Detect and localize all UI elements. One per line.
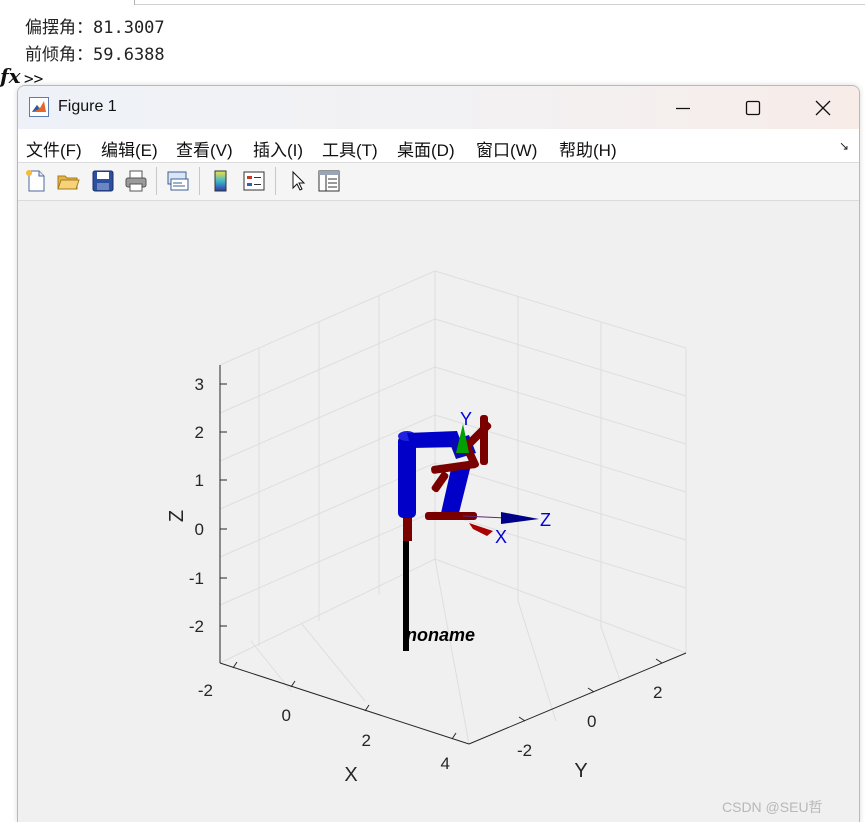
z-tick-label: -2 xyxy=(189,617,204,636)
frame-z-label: Z xyxy=(540,510,551,530)
z-tick-label: 3 xyxy=(195,375,204,394)
x-tick-label: -2 xyxy=(198,681,213,700)
z-tick-label: 0 xyxy=(195,520,204,539)
plot-area[interactable]: 3 2 1 0 -1 -2 -2 0 2 4 -2 0 2 Z X Y Y Z … xyxy=(18,201,859,822)
robot-link xyxy=(398,436,416,518)
robot-model: Y Z X noname xyxy=(398,409,551,651)
frame-z-arrow xyxy=(501,512,539,524)
z-axis-label: Z xyxy=(166,510,188,522)
watermark-text: CSDN @SEU哲 xyxy=(722,799,823,815)
output-line-pitch: 前倾角：59.6388 xyxy=(25,45,165,65)
y-tick-label: 2 xyxy=(653,683,662,702)
axis-lines xyxy=(219,365,687,745)
x-tick-label: 2 xyxy=(362,731,371,750)
frame-y-label: Y xyxy=(460,409,472,429)
z-tick-label: 2 xyxy=(195,423,204,442)
output-line-yaw: 偏摆角：81.3007 xyxy=(25,18,165,38)
robot-plot-axes[interactable]: 3 2 1 0 -1 -2 -2 0 2 4 -2 0 2 Z X Y Y Z … xyxy=(17,85,860,822)
y-tick-label: 0 xyxy=(587,712,596,731)
fx-icon[interactable]: fx xyxy=(0,64,21,88)
command-window-divider xyxy=(134,0,135,5)
figure-window[interactable]: Figure 1 文件(F) 编辑(E) 查看(V) 插入(I) 工具(T) 桌… xyxy=(17,85,860,822)
command-window-top-border xyxy=(135,0,865,5)
y-axis-label: Y xyxy=(574,760,587,782)
x-axis-label: X xyxy=(344,764,357,786)
robot-name-label: noname xyxy=(406,625,475,645)
y-tick-label: -2 xyxy=(517,741,532,760)
z-tick-label: 1 xyxy=(195,471,204,490)
x-tick-label: 4 xyxy=(441,754,450,773)
z-tick-label: -1 xyxy=(189,569,204,588)
command-window[interactable]: 偏摆角：81.3007 前倾角：59.6388 fx >> xyxy=(0,0,865,95)
x-tick-label: 0 xyxy=(282,706,291,725)
frame-x-label: X xyxy=(495,527,507,547)
